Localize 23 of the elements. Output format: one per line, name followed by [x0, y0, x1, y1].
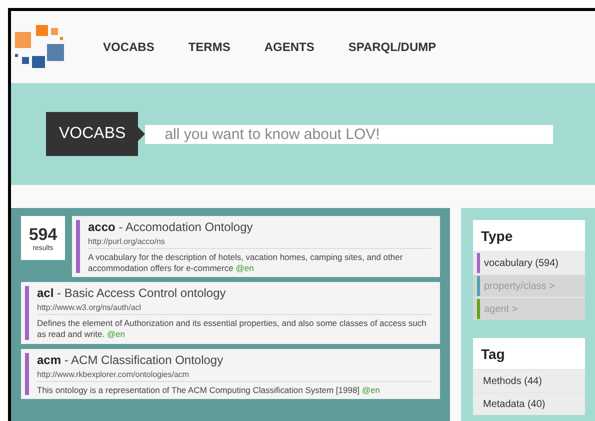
result-card[interactable]: acl - Basic Access Control ontology http://www.w3.org/ns/auth/acl Defines the element of Authorization and its essential properties, and also some classes of access such as read and write. @en — [21, 282, 440, 344]
nav-link[interactable]: TERMS — [188, 40, 230, 54]
result-card[interactable]: acm - ACM Classification Ontology http://www.rkbexplorer.com/ontologies/acm This ontology is a representation of The ACM Computing Classification System [1998] @en — [21, 348, 440, 400]
result-description: A vocabulary for the description of hotels, vacation homes, camping sites, and other accommodation offers for e-commerce @en — [88, 251, 404, 274]
result-uri: http://purl.org/acco/ns — [88, 234, 432, 249]
result-title[interactable]: acco - Accomodation Ontology — [88, 220, 432, 234]
result-uri: http://www.rkbexplorer.com/ontologies/acm — [37, 366, 432, 382]
facet-title: Tag — [480, 345, 506, 364]
nav-link[interactable]: SPARQL/DUMP — [348, 40, 436, 54]
facet-item[interactable]: Metadata (40) — [473, 392, 585, 415]
result-title[interactable]: acl - Basic Access Control ontology — [37, 286, 432, 300]
result-uri: http://www.w3.org/ns/auth/acl — [37, 300, 432, 316]
nav-link[interactable]: AGENTS — [264, 40, 314, 54]
result-description: Defines the element of Authorization and its essential properties, and also some classes of access such as read and write. @en — [37, 317, 428, 340]
nav-link[interactable]: VOCABS — [103, 40, 154, 54]
result-description: This ontology is a representation of The ACM Computing Classification System [1998] @en — [37, 384, 381, 396]
result-title[interactable]: acm - ACM Classification Ontology — [37, 352, 432, 366]
facet-item[interactable]: Methods (44) — [473, 369, 585, 392]
facet-item[interactable]: vocabulary (594) — [473, 251, 585, 274]
result-card[interactable]: acco - Accomodation Ontology http://purl.org/acco/ns A vocabulary for the description of hotels, vacation homes, camping sites, and other accommodation offers for e-commerce @en — [72, 216, 440, 278]
facet-title: Type — [480, 227, 514, 246]
search-field[interactable]: all you want to know about LOV! — [144, 124, 553, 144]
search-scope-label: VOCABS — [46, 112, 138, 156]
